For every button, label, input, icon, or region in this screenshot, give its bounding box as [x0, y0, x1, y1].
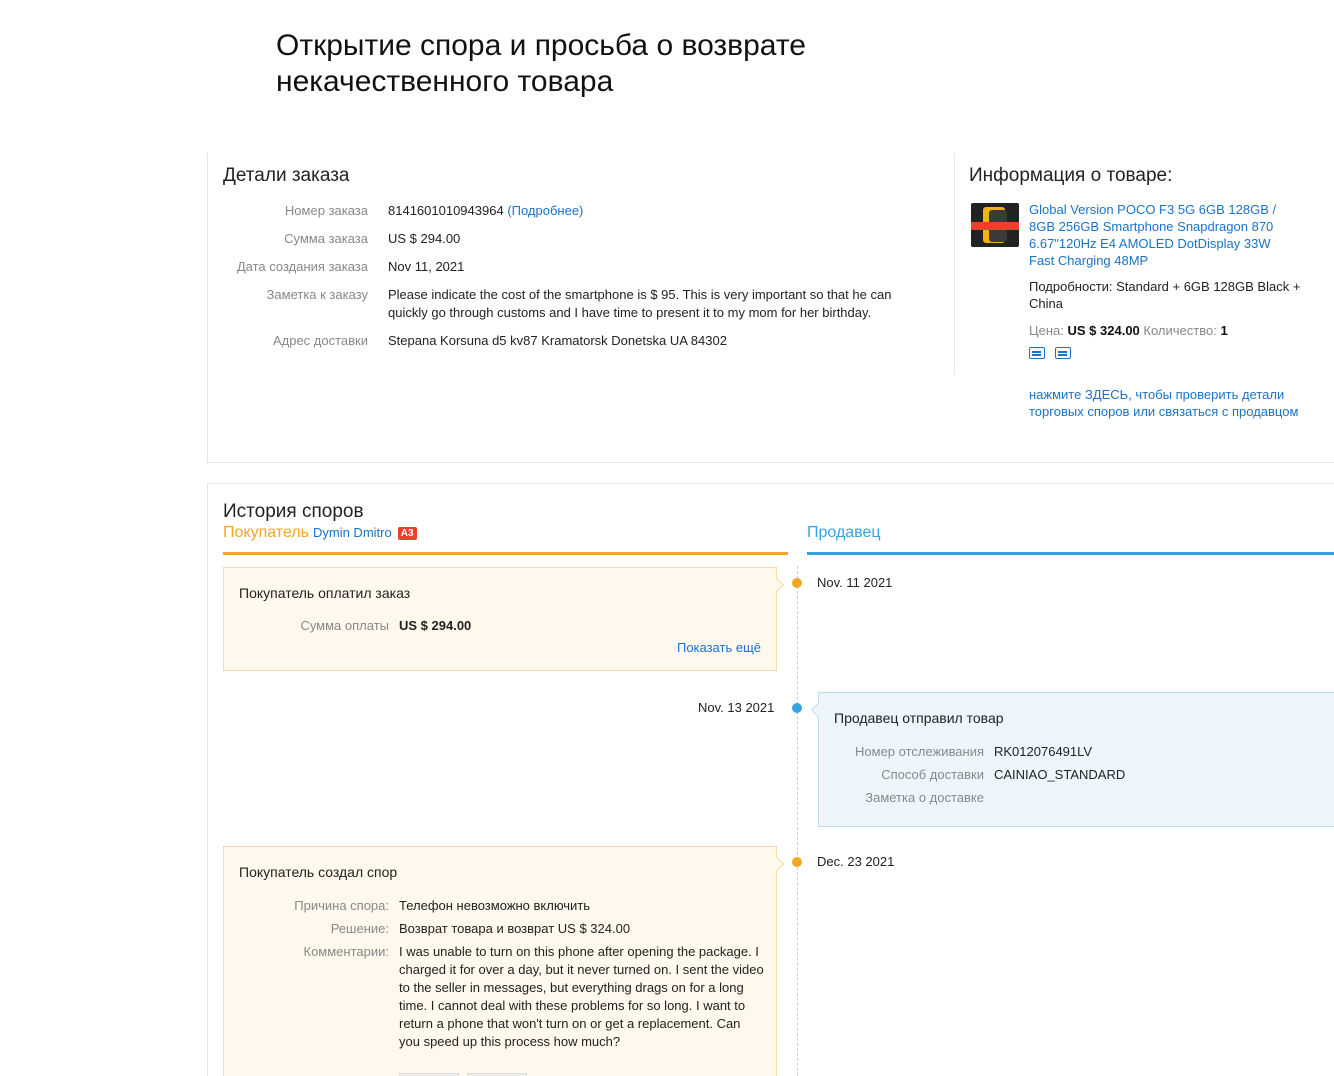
shipping-note-label: Заметка о доставке	[865, 790, 984, 805]
order-details-heading: Детали заказа	[223, 165, 350, 186]
order-number-text: 8141601010943964	[388, 203, 504, 218]
quantity-label: Количество:	[1143, 323, 1217, 338]
shipping-icon[interactable]	[1029, 347, 1045, 359]
payment-amount-label: Сумма оплаты	[300, 618, 389, 633]
dispute-reason-label: Причина спора:	[294, 898, 389, 913]
price-value: US $ 324.00	[1067, 323, 1140, 338]
show-more-link[interactable]: Показать ещё	[677, 640, 761, 655]
tracking-number-label: Номер отслеживания	[855, 744, 984, 759]
buyer-column-header: Покупатель Dymin Dmitro A3	[223, 524, 417, 542]
order-date-label: Дата создания заказа	[236, 259, 368, 274]
seller-underline	[807, 552, 1334, 555]
event-title: Продавец отправил товар	[834, 710, 1004, 726]
dispute-solution-label: Решение:	[330, 921, 389, 936]
event-card-buyer-paid: Покупатель оплатил заказ Сумма оплаты US…	[223, 567, 785, 671]
buyer-underline	[223, 552, 788, 555]
timeline-dot	[792, 857, 802, 867]
product-info-heading: Информация о товаре:	[969, 165, 1173, 186]
event-date: Nov. 11 2021	[817, 575, 893, 590]
order-note-label: Заметка к заказу	[266, 287, 368, 302]
timeline-dot	[792, 703, 802, 713]
event-card-seller-shipped: Продавец отправил товар Номер отслеживан…	[810, 692, 1334, 827]
order-amount-value: US $ 294.00	[388, 231, 461, 246]
invoice-icon[interactable]	[1055, 347, 1072, 359]
order-note-value: Please indicate the cost of the smartpho…	[388, 287, 892, 320]
event-card-buyer-dispute: Покупатель создал спор Причина спора: Те…	[223, 846, 785, 1076]
buyer-tab-label: Покупатель	[223, 524, 309, 541]
order-details-panel: Детали заказа Номер заказа 8141601010943…	[207, 153, 1334, 463]
product-action-icons	[1029, 346, 1077, 364]
dispute-comment-value: I was unable to turn on this phone after…	[399, 944, 764, 1049]
dispute-reason-value: Телефон невозможно включить	[399, 898, 591, 913]
payment-amount-value: US $ 294.00	[399, 618, 472, 633]
product-price-row: Цена: US $ 324.00 Количество: 1	[1029, 323, 1228, 338]
seller-column-header: Продавец	[807, 524, 881, 541]
product-thumbnail[interactable]	[971, 203, 1019, 247]
event-title: Покупатель оплатил заказ	[239, 585, 411, 601]
shipping-method-label: Способ доставки	[881, 767, 984, 782]
contact-seller-link[interactable]: нажмите ЗДЕСЬ, чтобы проверить детали то…	[1029, 386, 1309, 420]
dispute-history-panel: История споров Покупатель Dymin Dmitro A3 …	[207, 483, 1334, 1076]
quantity-value: 1	[1220, 323, 1228, 338]
shipping-address-value: Stepana Korsuna d5 kv87 Kramatorsk Donet…	[388, 333, 727, 348]
order-details-link[interactable]: (Подробнее)	[507, 203, 583, 218]
shipping-address-label: Адрес доставки	[272, 333, 368, 348]
tracking-number-value: RK012076491LV	[994, 744, 1093, 759]
product-properties: Подробности: Standard + 6GB 128GB Black …	[1029, 279, 1301, 311]
page-title: Открытие спора и просьба о возврате нека…	[276, 29, 806, 98]
buyer-level-badge: A3	[397, 527, 417, 540]
card-pointer	[769, 856, 785, 872]
price-label: Цена:	[1029, 323, 1064, 338]
dispute-solution-value: Возврат товара и возврат US $ 324.00	[399, 921, 631, 936]
timeline-line	[797, 566, 798, 1076]
order-amount-label: Сумма заказа	[284, 231, 368, 246]
order-date-value: Nov 11, 2021	[388, 259, 465, 274]
product-title-link[interactable]: Global Version POCO F3 5G 6GB 128GB / 8G…	[1029, 201, 1299, 269]
event-date: Nov. 13 2021	[698, 700, 775, 715]
shipping-method-value: CAINIAO_STANDARD	[994, 767, 1126, 782]
promo-stripe	[971, 222, 1019, 230]
event-title: Покупатель создал спор	[239, 864, 398, 880]
buyer-name-link[interactable]: Dymin Dmitro	[313, 525, 392, 540]
dispute-history-heading: История споров	[223, 501, 364, 522]
card-pointer	[769, 577, 785, 593]
order-number-value: 8141601010943964 (Подробнее)	[388, 202, 928, 220]
dispute-comment-label: Комментарии:	[303, 944, 390, 959]
card-pointer	[810, 702, 826, 718]
order-number-label: Номер заказа	[284, 203, 368, 218]
event-date: Dec. 23 2021	[817, 854, 895, 869]
timeline-dot	[792, 578, 802, 588]
divider	[954, 153, 955, 375]
